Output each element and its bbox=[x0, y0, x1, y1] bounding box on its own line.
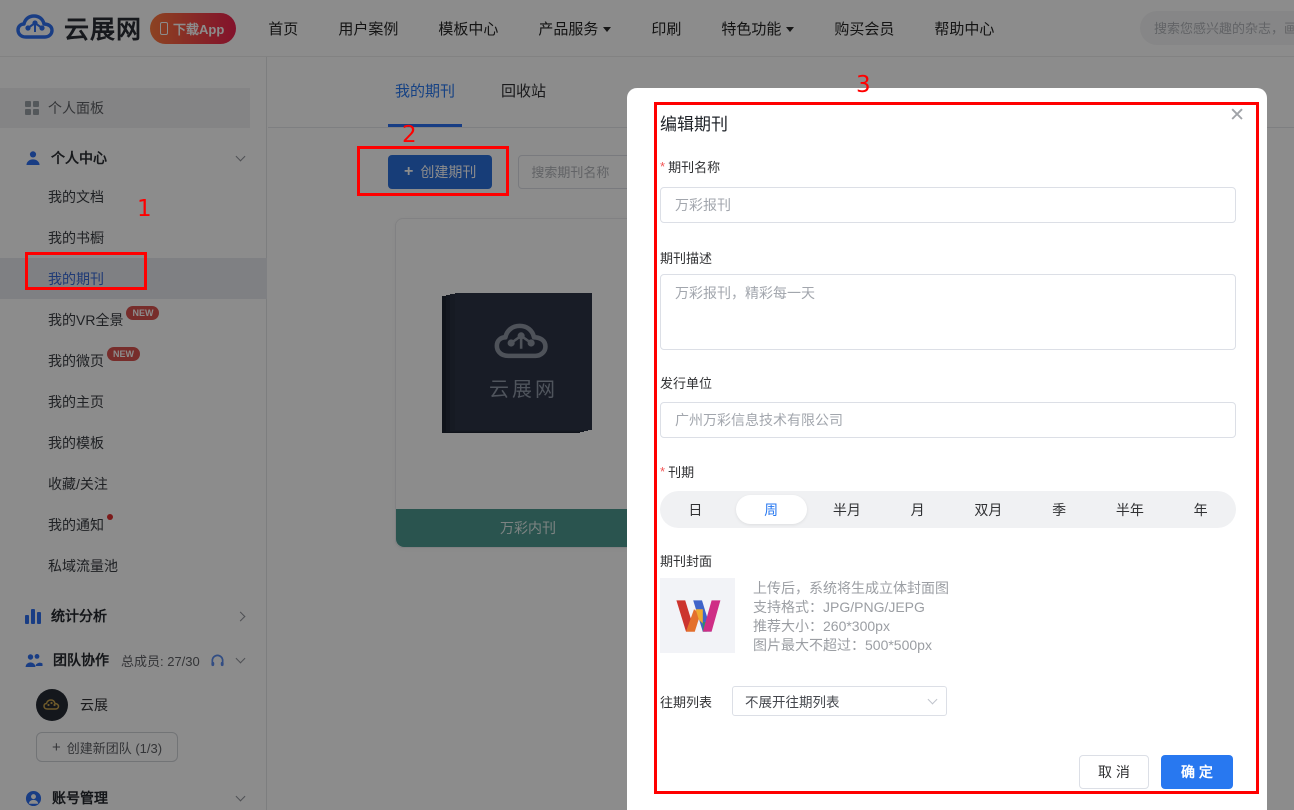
confirm-button[interactable]: 确 定 bbox=[1161, 755, 1233, 789]
chevron-down-icon bbox=[928, 695, 938, 705]
publisher-input[interactable] bbox=[660, 402, 1236, 438]
close-icon[interactable]: ✕ bbox=[1229, 106, 1245, 125]
journal-name-input[interactable] bbox=[660, 187, 1236, 223]
required-asterisk: * bbox=[660, 159, 665, 174]
cancel-button[interactable]: 取 消 bbox=[1079, 755, 1149, 789]
field-label-description: 期刊描述 bbox=[660, 248, 1238, 266]
field-label-period: * 刊期 bbox=[660, 462, 1238, 480]
period-option-day[interactable]: 日 bbox=[660, 491, 731, 528]
cover-upload-row: 上传后，系统将生成立体封面图 支持格式：JPG/PNG/JEPG 推荐大小：26… bbox=[660, 578, 1238, 656]
field-label-past-issues: 往期列表 bbox=[660, 692, 712, 711]
period-option-month[interactable]: 月 bbox=[882, 491, 953, 528]
required-asterisk: * bbox=[660, 464, 665, 479]
period-option-bimonthly[interactable]: 双月 bbox=[953, 491, 1024, 528]
cover-thumbnail[interactable] bbox=[660, 578, 735, 653]
period-option-half-month[interactable]: 半月 bbox=[812, 491, 883, 528]
page: 云展网 下载App 首页 用户案例 模板中心 产品服务 印刷 特色功能 购买会员… bbox=[0, 0, 1294, 810]
field-label-publisher: 发行单位 bbox=[660, 373, 1238, 391]
modal-footer: 取 消 确 定 bbox=[660, 755, 1238, 789]
past-issues-select[interactable]: 不展开往期列表 bbox=[732, 686, 947, 716]
period-option-half-year[interactable]: 半年 bbox=[1095, 491, 1166, 528]
field-label-cover: 期刊封面 bbox=[660, 551, 1238, 569]
edit-journal-modal: 编辑期刊 ✕ * 期刊名称 期刊描述 万彩报刊，精彩每一天 发行单位 * 刊期 … bbox=[627, 88, 1267, 810]
past-issues-row: 往期列表 不展开往期列表 bbox=[660, 686, 1238, 716]
modal-title: 编辑期刊 bbox=[660, 110, 1238, 132]
journal-description-textarea[interactable]: 万彩报刊，精彩每一天 bbox=[660, 274, 1236, 350]
w-logo-icon bbox=[674, 597, 722, 635]
period-option-year[interactable]: 年 bbox=[1165, 491, 1236, 528]
field-label-journal-name: * 期刊名称 bbox=[660, 157, 1238, 175]
cover-instructions: 上传后，系统将生成立体封面图 支持格式：JPG/PNG/JEPG 推荐大小：26… bbox=[753, 578, 949, 656]
period-segmented-control: 日 周 半月 月 双月 季 半年 年 bbox=[660, 491, 1236, 528]
period-option-quarter[interactable]: 季 bbox=[1024, 491, 1095, 528]
period-option-week[interactable]: 周 bbox=[736, 495, 807, 524]
